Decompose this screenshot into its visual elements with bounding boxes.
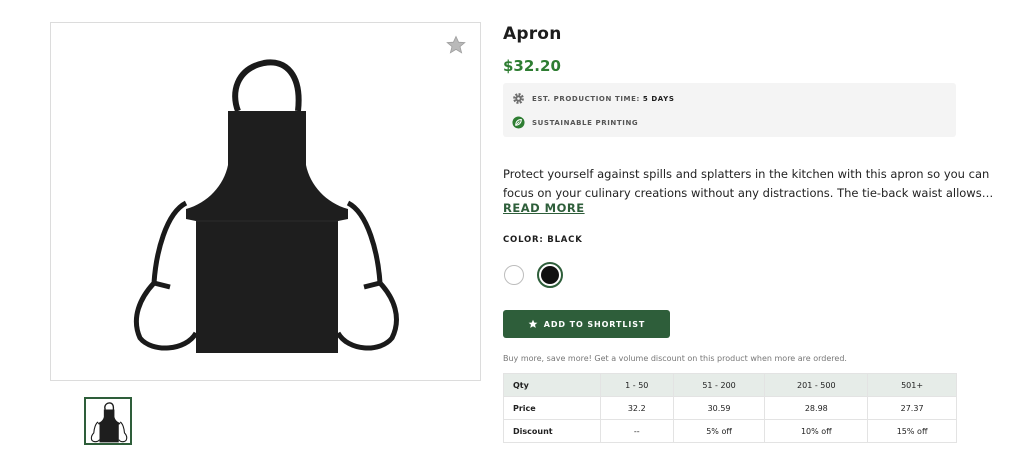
table-cell: 5% off xyxy=(672,419,766,443)
description-line-1: Protect yourself against spills and spla… xyxy=(503,167,990,181)
read-more-link[interactable]: READ MORE xyxy=(503,201,585,215)
table-row-price: Price 32.2 30.59 28.98 27.37 xyxy=(503,396,957,420)
product-title: Apron xyxy=(503,24,562,44)
color-swatch-black[interactable] xyxy=(537,262,563,288)
production-time-row: EST. PRODUCTION TIME: 5 DAYS xyxy=(512,92,674,105)
color-label: COLOR: BLACK xyxy=(503,235,583,245)
product-description: Protect yourself against spills and spla… xyxy=(503,165,993,203)
add-to-shortlist-button[interactable]: ADD TO SHORTLIST xyxy=(503,310,670,338)
production-info-box: EST. PRODUCTION TIME: 5 DAYS SUSTAINABLE… xyxy=(503,83,956,137)
star-icon xyxy=(528,319,538,328)
table-cell: 30.59 xyxy=(672,396,766,420)
table-cell: 28.98 xyxy=(764,396,869,420)
table-header-row: Qty 1 - 50 51 - 200 201 - 500 501+ xyxy=(503,373,957,397)
product-price: $32.20 xyxy=(503,57,561,75)
product-main-image[interactable] xyxy=(50,22,481,381)
table-header-cell: 1 - 50 xyxy=(599,373,674,397)
table-header-cell: Qty xyxy=(503,373,601,397)
table-header-cell: 201 - 500 xyxy=(764,373,869,397)
table-cell: Price xyxy=(503,396,601,420)
table-cell: 32.2 xyxy=(599,396,674,420)
table-cell: 15% off xyxy=(867,419,957,443)
table-cell: 10% off xyxy=(764,419,869,443)
apron-image xyxy=(134,59,399,353)
table-header-cell: 501+ xyxy=(867,373,957,397)
apron-thumbnail-image xyxy=(90,402,128,443)
favorite-star-icon[interactable] xyxy=(446,35,466,55)
sustainable-printing-row: SUSTAINABLE PRINTING xyxy=(512,116,638,129)
table-cell: -- xyxy=(599,419,674,443)
table-cell: 27.37 xyxy=(867,396,957,420)
color-swatch-white[interactable] xyxy=(504,265,524,285)
volume-discount-note: Buy more, save more! Get a volume discou… xyxy=(503,354,847,363)
color-swatch-black-fill xyxy=(541,266,559,284)
volume-pricing-table: Qty 1 - 50 51 - 200 201 - 500 501+ Price… xyxy=(503,373,957,443)
table-header-cell: 51 - 200 xyxy=(672,373,766,397)
table-cell: Discount xyxy=(503,419,601,443)
add-to-shortlist-label: ADD TO SHORTLIST xyxy=(543,319,646,329)
production-time-label: EST. PRODUCTION TIME: xyxy=(532,94,640,103)
gear-icon xyxy=(513,93,524,104)
sustainable-printing-label: SUSTAINABLE PRINTING xyxy=(532,118,639,127)
table-row-discount: Discount -- 5% off 10% off 15% off xyxy=(503,419,957,443)
production-time-value: 5 DAYS xyxy=(642,94,675,103)
leaf-icon xyxy=(512,116,525,129)
product-thumbnail[interactable] xyxy=(84,397,132,445)
